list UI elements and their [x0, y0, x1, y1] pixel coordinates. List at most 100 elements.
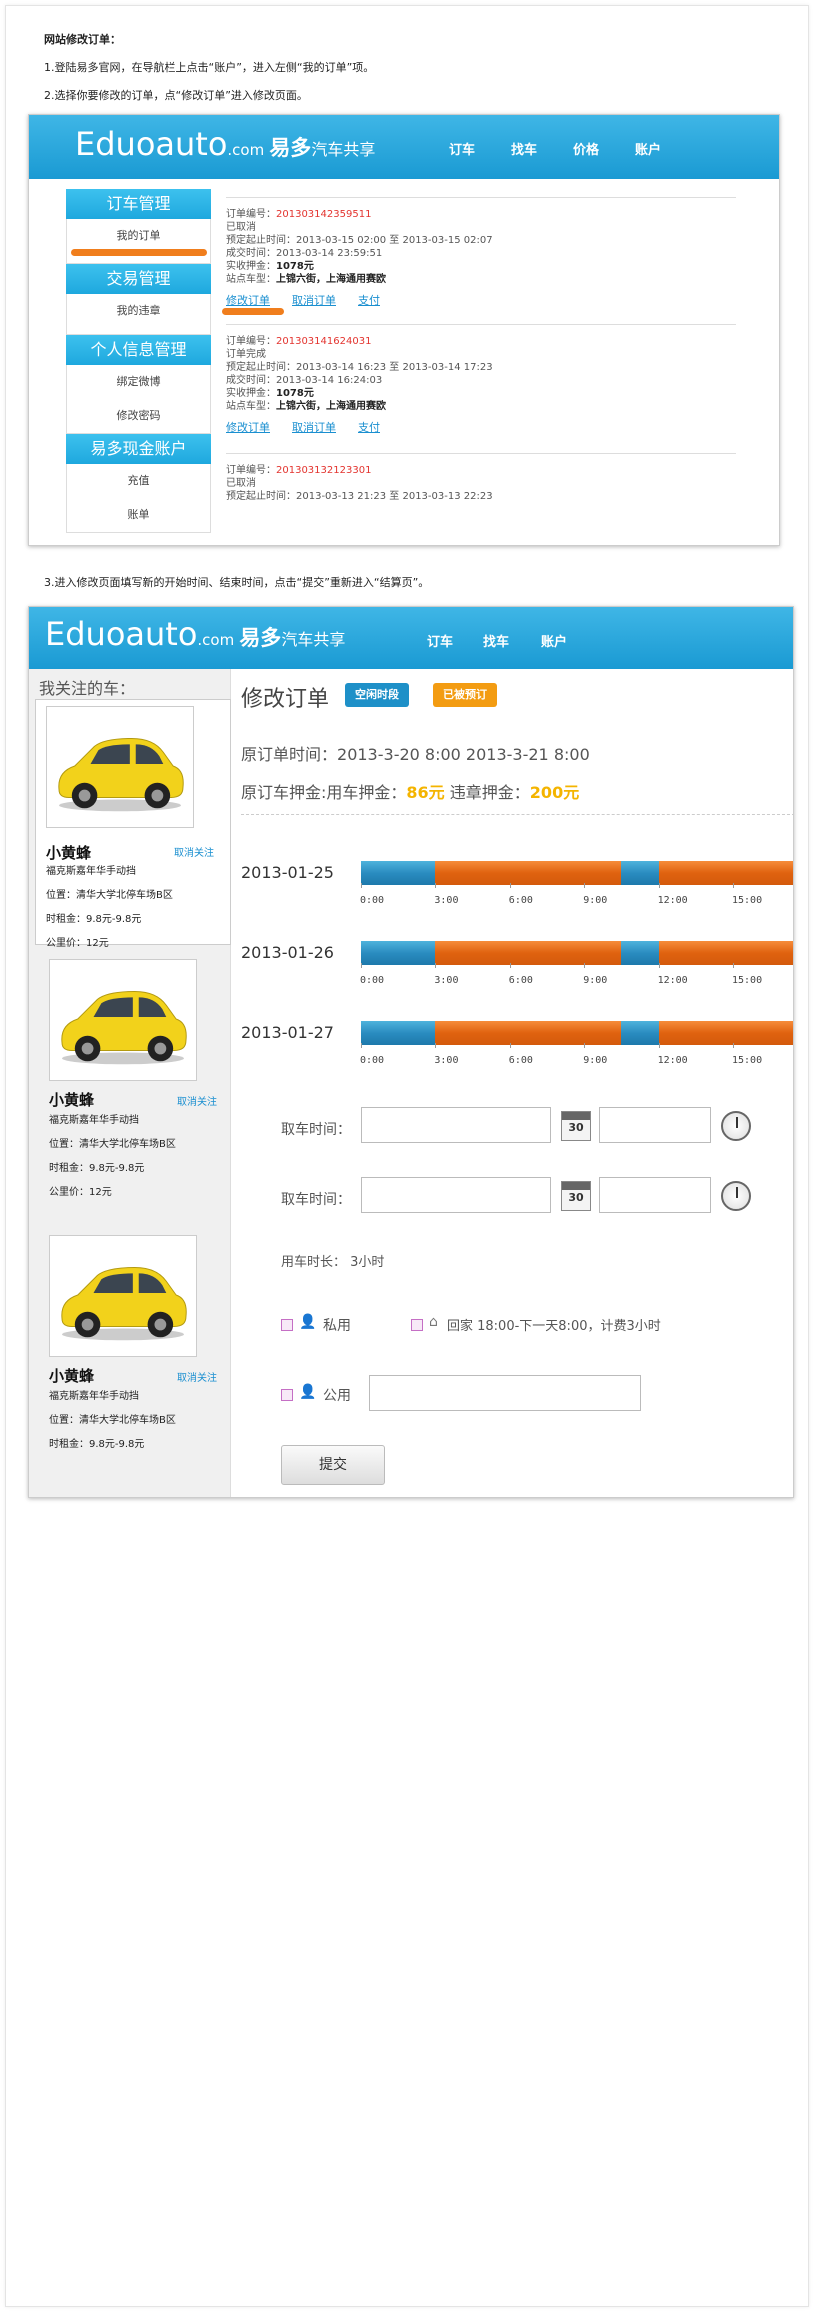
instruction-step-2: 2.选择你要修改的订单，点“修改订单”进入修改页面。 [44, 89, 308, 102]
car-hourly-price: 时租金：9.8元-9.8元 [46, 914, 142, 925]
pay-link[interactable]: 支付 [358, 294, 380, 307]
clock-icon[interactable] [721, 1111, 751, 1141]
modify-order-link[interactable]: 修改订单 [226, 421, 270, 434]
free-segment[interactable] [621, 861, 659, 885]
site-header: Eduoauto.com 易多汽车共享 订车 找车 价格 账户 [29, 115, 779, 179]
free-segment[interactable] [621, 941, 659, 965]
pay-link[interactable]: 支付 [358, 421, 380, 434]
order-item: 订单编号：201303142359511 已取消 预定起止时间：2013-03-… [222, 208, 736, 315]
booked-segment[interactable] [658, 861, 793, 885]
cancel-order-link[interactable]: 取消订单 [292, 421, 336, 434]
public-checkbox[interactable] [281, 1389, 293, 1401]
person-icon: 👤 [299, 1384, 317, 1400]
original-order-time: 原订单时间：2013-3-20 8:00 2013-3-21 8:00 [241, 745, 590, 764]
calendar-icon[interactable]: 30 [561, 1181, 591, 1211]
public-note-input[interactable] [369, 1375, 641, 1411]
submit-button[interactable]: 提交 [281, 1445, 385, 1485]
booked-segment[interactable] [435, 1021, 622, 1045]
timeline-bar[interactable] [361, 1021, 793, 1045]
car-name[interactable]: 小黄蜂 [49, 1365, 94, 1386]
pickup-time-input[interactable] [599, 1107, 711, 1143]
timeline-bar[interactable] [361, 941, 793, 965]
booked-segment[interactable] [658, 1021, 793, 1045]
return-time-label: 取车时间： [281, 1192, 351, 1208]
car-image[interactable] [49, 1235, 197, 1357]
sidebar-item-recharge[interactable]: 充值 [67, 464, 210, 498]
unfollow-link[interactable]: 取消关注 [177, 1093, 217, 1108]
order-list: 订单编号：201303142359511 已取消 预定起止时间：2013-03-… [222, 189, 736, 545]
car-card: 小黄蜂 取消关注 福克斯嘉年华手动挡 位置：清华大学北停车场B区 时租金：9.8… [35, 699, 231, 949]
car-model: 福克斯嘉年华手动挡 [49, 1391, 139, 1402]
car-card: 小黄蜂 取消关注 福克斯嘉年华手动挡 位置：清华大学北停车场B区 时租金：9.8… [39, 959, 231, 1229]
person-icon: 👤 [299, 1314, 317, 1330]
free-segment[interactable] [621, 1021, 659, 1045]
watched-cars-panel: 我关注的车： 小黄蜂 取消关注 福克斯嘉年华手动挡 位置：清华大学北停车场B区 … [29, 669, 231, 1497]
order-id: 201303141624031 [276, 336, 372, 347]
modify-order-link[interactable]: 修改订单 [226, 294, 270, 307]
order-id: 201303132123301 [276, 465, 372, 476]
timeline-date: 2013-01-26 [241, 943, 334, 962]
unfollow-link[interactable]: 取消关注 [177, 1369, 217, 1384]
car-location: 位置：清华大学北停车场B区 [46, 890, 173, 901]
modify-order-form: 修改订单 空闲时段 已被预订 原订单时间：2013-3-20 8:00 2013… [241, 669, 793, 1497]
timeline-bar[interactable] [361, 861, 793, 885]
timeline-day: 2013-01-27 0:00 3:00 6:00 9:00 12:00 15:00 [241, 1021, 793, 1081]
booked-segment[interactable] [435, 861, 622, 885]
return-time-input[interactable] [599, 1177, 711, 1213]
cancel-order-link[interactable]: 取消订单 [292, 294, 336, 307]
car-name[interactable]: 小黄蜂 [49, 1089, 94, 1110]
public-label: 公用 [323, 1388, 351, 1404]
private-checkbox[interactable] [281, 1319, 293, 1331]
unfollow-link[interactable]: 取消关注 [174, 844, 214, 859]
car-km-price: 公里价：12元 [46, 938, 109, 949]
screenshot-orders: Eduoauto.com 易多汽车共享 订车 找车 价格 账户 订车管理 我的订… [28, 114, 780, 546]
sidebar-item-bill[interactable]: 账单 [67, 498, 210, 532]
sidebar-item-change-password[interactable]: 修改密码 [67, 399, 210, 433]
car-image[interactable] [46, 706, 194, 828]
car-image[interactable] [49, 959, 197, 1081]
nav-find[interactable]: 找车 [511, 139, 537, 158]
pickup-time-label: 取车时间： [281, 1122, 351, 1138]
car-icon [61, 1266, 187, 1341]
nav-account[interactable]: 账户 [635, 139, 661, 158]
return-date-input[interactable] [361, 1177, 551, 1213]
site-logo[interactable]: Eduoauto.com 易多汽车共享 [45, 615, 345, 653]
nav-find[interactable]: 找车 [483, 631, 509, 650]
sidebar-item-violations[interactable]: 我的违章 [67, 294, 210, 328]
instruction-step-1: 1.登陆易多官网，在导航栏上点击“账户”，进入左侧“我的订单”项。 [44, 61, 375, 74]
legend-booked-badge: 已被预订 [433, 683, 497, 707]
pickup-date-input[interactable] [361, 1107, 551, 1143]
private-label: 私用 [323, 1318, 351, 1334]
car-card: 小黄蜂 取消关注 福克斯嘉年华手动挡 位置：清华大学北停车场B区 时租金：9.8… [39, 1235, 231, 1497]
sidebar-cat-trade: 交易管理 [66, 264, 211, 294]
order-status: 已取消 [226, 222, 256, 233]
nav-price[interactable]: 价格 [573, 139, 599, 158]
clock-icon[interactable] [721, 1181, 751, 1211]
free-segment[interactable] [361, 941, 436, 965]
site-logo[interactable]: Eduoauto.com 易多汽车共享 [75, 125, 375, 163]
sidebar-item-bind-weibo[interactable]: 绑定微博 [67, 365, 210, 399]
nav-book[interactable]: 订车 [427, 631, 453, 650]
instructions-title: 网站修改订单： [44, 33, 121, 46]
watched-cars-title: 我关注的车： [39, 679, 136, 698]
order-item: 订单编号：201303141624031 订单完成 预定起止时间：2013-03… [226, 335, 736, 435]
booked-segment[interactable] [658, 941, 793, 965]
timeline-day: 2013-01-26 0:00 3:00 6:00 9:00 12:00 15:00 [241, 941, 793, 1001]
nav-book[interactable]: 订车 [449, 139, 475, 158]
car-hourly-price: 时租金：9.8元-9.8元 [49, 1439, 145, 1450]
legend-free-badge: 空闲时段 [345, 683, 409, 707]
car-hourly-price: 时租金：9.8元-9.8元 [49, 1163, 145, 1174]
order-status: 订单完成 [226, 349, 266, 360]
order-status: 已取消 [226, 478, 256, 489]
booked-segment[interactable] [435, 941, 622, 965]
highlight-underline [71, 249, 207, 256]
home-checkbox[interactable] [411, 1319, 423, 1331]
free-segment[interactable] [361, 1021, 436, 1045]
free-segment[interactable] [361, 861, 436, 885]
car-model: 福克斯嘉年华手动挡 [46, 866, 136, 877]
instruction-step-3: 3.进入修改页面填写新的开始时间、结束时间，点击“提交”重新进入“结算页”。 [44, 576, 430, 589]
nav-account[interactable]: 账户 [541, 631, 567, 650]
calendar-icon[interactable]: 30 [561, 1111, 591, 1141]
sidebar-item-my-orders[interactable]: 我的订单 [67, 219, 210, 256]
site-header: Eduoauto.com 易多汽车共享 订车 找车 账户 [29, 607, 793, 669]
